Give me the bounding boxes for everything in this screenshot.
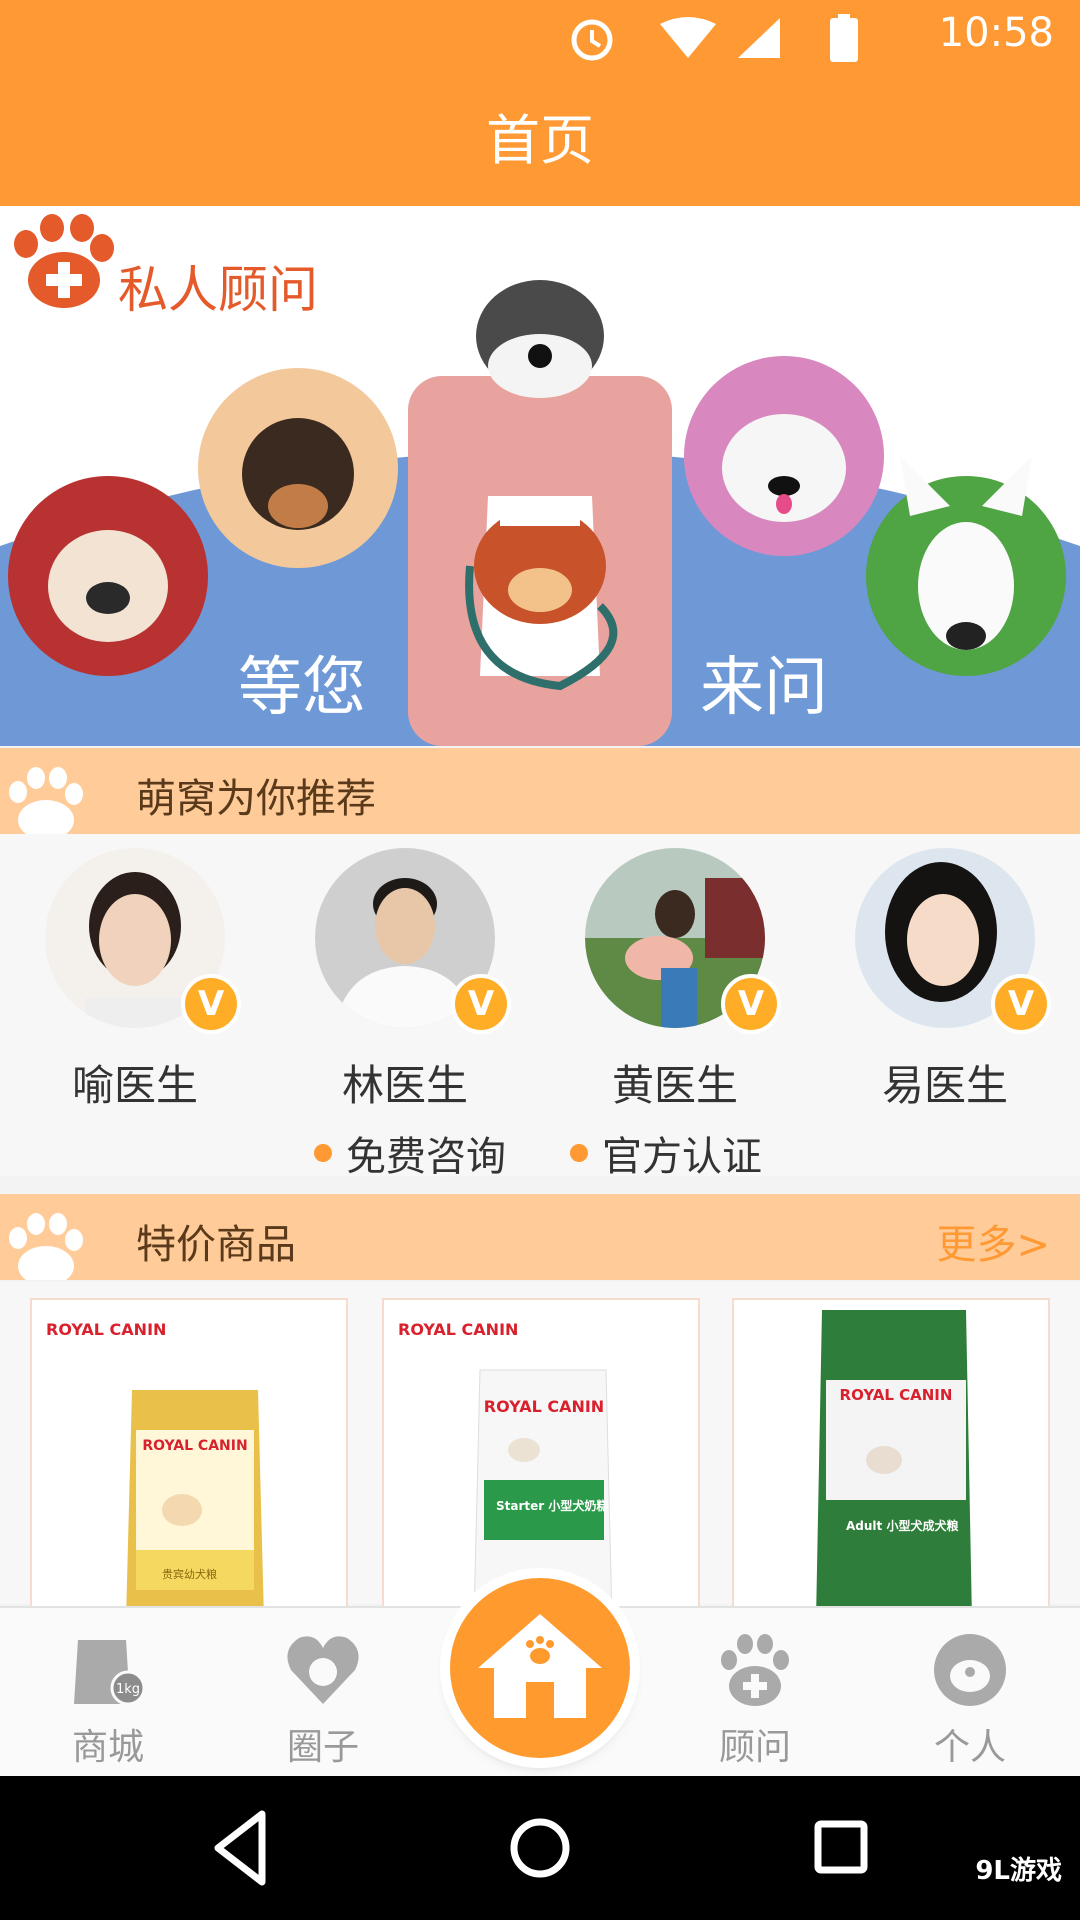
bullet-dot-icon — [570, 1144, 588, 1162]
package-brand-text: ROYAL CANIN — [840, 1386, 953, 1404]
verified-badge: V — [721, 974, 781, 1034]
signal-icon — [738, 18, 780, 58]
product-image: ROYAL CANIN Starter 小型犬奶糕 — [473, 1369, 613, 1616]
doctor-name: 易医生 — [881, 1061, 1008, 1110]
doctor-card[interactable]: V 林医生 — [305, 848, 511, 1118]
product-card[interactable]: ROYAL CANIN ROYAL CANIN Starter 小型犬奶糕 — [382, 1298, 700, 1618]
recents-icon — [814, 1820, 868, 1874]
more-link[interactable]: 更多> — [936, 1212, 1050, 1270]
deals-title: 特价商品 — [136, 1222, 296, 1268]
banner-text-right: 来问 — [700, 651, 828, 725]
product-list: ROYAL CANIN ROYAL CANIN 贵宾幼犬粮 ROYAL CANI… — [0, 1282, 1080, 1618]
nav-label-mall: 商城 — [71, 1727, 144, 1768]
deals-section-header: 特价商品 更多> — [0, 1194, 1080, 1280]
dog-shih-tzu-icon — [722, 414, 846, 522]
home-icon — [478, 1614, 602, 1718]
dog-poodle-doctor-icon — [465, 496, 618, 691]
nav-item-profile[interactable]: 个人 — [895, 1608, 1045, 1778]
paw-decoration-icon — [9, 767, 83, 834]
nav-label-advisor: 顾问 — [718, 1727, 791, 1768]
app-header: 10:58 首页 — [0, 0, 1080, 206]
banner-text-left: 等您 — [238, 651, 366, 725]
package-brand-text: ROYAL CANIN — [484, 1397, 604, 1416]
package-label-text: Starter 小型犬奶糕 — [496, 1498, 608, 1513]
feature-free-consult: 免费咨询 — [346, 1134, 506, 1180]
recommend-title: 萌窝为你推荐 — [136, 776, 376, 822]
nav-label-circle: 圈子 — [286, 1727, 359, 1768]
system-nav-bar: 9L游戏 — [0, 1776, 1080, 1920]
paw-decoration-icon — [9, 1213, 83, 1280]
status-bar: 10:58 — [0, 0, 1080, 76]
home-button[interactable] — [450, 1578, 630, 1758]
product-image: ROYAL CANIN Adult 小型犬成犬粮 — [816, 1310, 972, 1616]
nav-item-advisor[interactable]: 顾问 — [680, 1608, 830, 1778]
feature-official-cert: 官方认证 — [602, 1134, 762, 1180]
recommend-section-header: 萌窝为你推荐 — [0, 748, 1080, 834]
nav-item-mall[interactable]: 1kg 商城 — [33, 1608, 183, 1778]
dog-face-icon — [934, 1634, 1006, 1706]
battery-icon — [830, 14, 858, 62]
product-card[interactable]: ROYAL CANIN Adult 小型犬成犬粮 — [732, 1298, 1050, 1618]
watermark-logo: 9L游戏 — [975, 1856, 1062, 1886]
advisor-banner[interactable]: 私人顾问 等您 来问 — [0, 206, 1080, 746]
package-brand-text: ROYAL CANIN — [142, 1438, 247, 1454]
product-card[interactable]: ROYAL CANIN ROYAL CANIN 贵宾幼犬粮 — [30, 1298, 348, 1618]
doctor-card[interactable]: V 黄医生 — [575, 848, 781, 1118]
doctor-card[interactable]: V 易医生 — [845, 848, 1051, 1118]
status-time: 10:58 — [938, 10, 1054, 56]
svg-text:1kg: 1kg — [116, 1682, 140, 1697]
package-label-text: Adult 小型犬成犬粮 — [846, 1518, 958, 1533]
feature-tags: 免费咨询 官方认证 — [0, 1124, 1080, 1180]
nav-item-circle[interactable]: 圈子 — [248, 1608, 398, 1778]
banner-brand-text: 私人顾问 — [118, 261, 318, 319]
status-icons — [571, 14, 858, 62]
back-icon — [214, 1810, 266, 1886]
verified-badge: V — [991, 974, 1051, 1034]
verified-badge: V — [451, 974, 511, 1034]
dog-french-bulldog-icon — [48, 530, 168, 642]
doctor-name: 林医生 — [341, 1061, 468, 1110]
alarm-icon — [571, 19, 613, 61]
wifi-icon — [660, 17, 716, 58]
page-title: 首页 — [486, 109, 594, 172]
nav-label-profile: 个人 — [933, 1727, 1006, 1768]
food-bag-icon: 1kg — [74, 1640, 146, 1706]
bullet-dot-icon — [314, 1144, 332, 1162]
dog-schnauzer-icon — [476, 280, 604, 398]
verified-badge: V — [181, 974, 241, 1034]
product-image: ROYAL CANIN 贵宾幼犬粮 — [126, 1390, 264, 1616]
package-label-text: 贵宾幼犬粮 — [162, 1567, 217, 1581]
home-circle-icon — [510, 1818, 570, 1878]
paw-medical-icon — [721, 1634, 789, 1706]
doctor-name: 喻医生 — [71, 1061, 198, 1110]
heart-dog-icon — [287, 1636, 359, 1704]
paw-cross-logo-icon — [14, 214, 114, 308]
doctor-card[interactable]: V 喻医生 — [35, 848, 241, 1118]
dog-dachshund-icon — [242, 418, 354, 530]
doctor-name: 黄医生 — [611, 1061, 738, 1110]
doctor-list: V 喻医生 V 林医生 V 黄医生 V 易医生 免费咨询 官方认证 — [0, 834, 1080, 1180]
